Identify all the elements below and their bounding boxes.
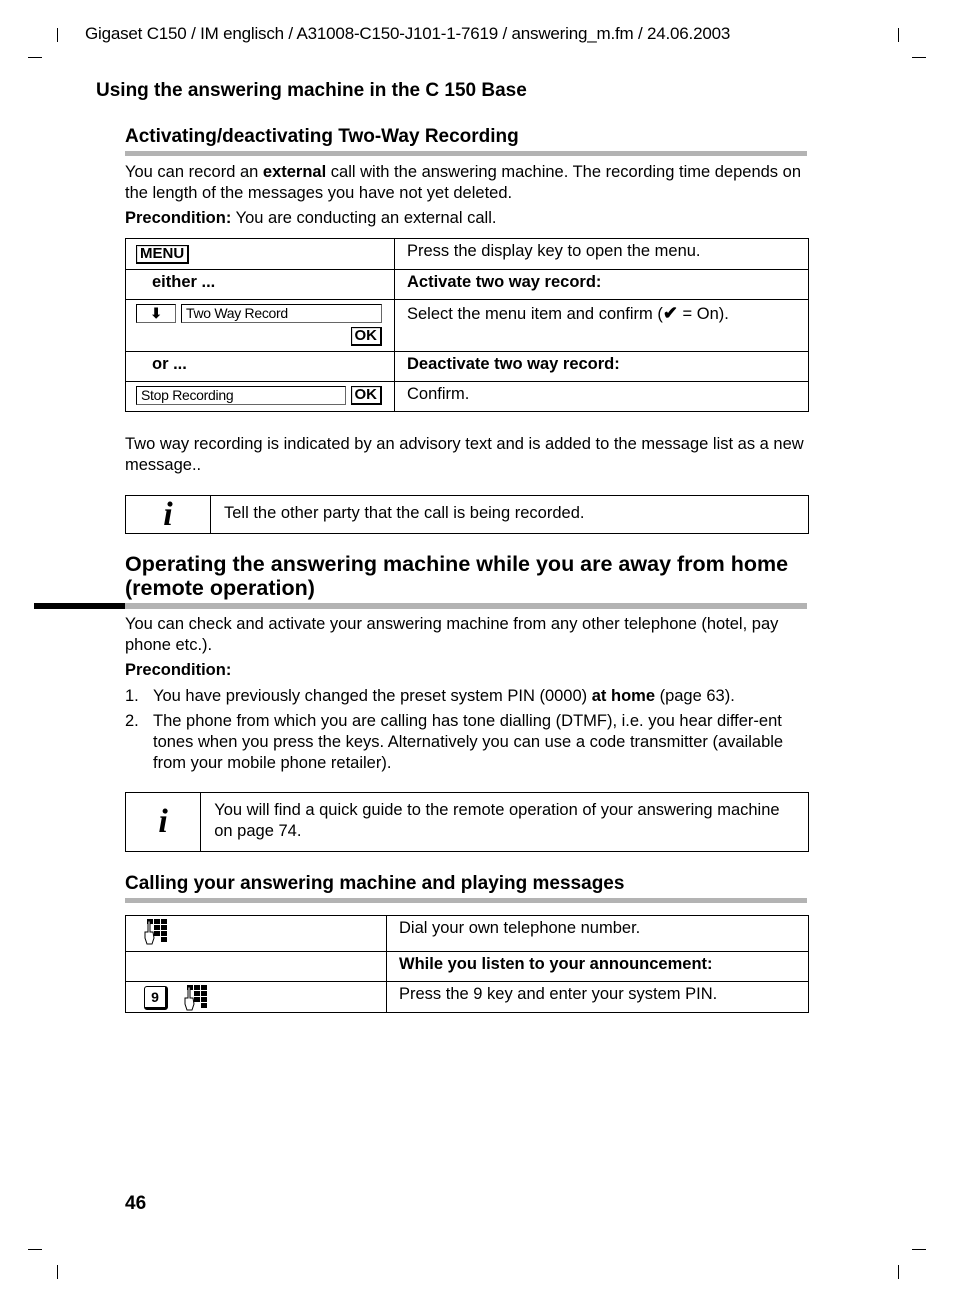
intro-paragraph: You can record an external call with the…: [125, 162, 805, 204]
step-key-cell: [125, 915, 387, 952]
list-number: 1.: [125, 687, 139, 705]
info-box: i You will find a quick guide to the rem…: [125, 792, 809, 852]
heading-underline: [125, 603, 807, 609]
info-text: You will find a quick guide to the remot…: [214, 801, 780, 840]
table-row: Dial your own telephone number.: [125, 915, 809, 952]
precondition-text: You are conducting an external call.: [231, 209, 497, 227]
info-box: i Tell the other party that the call is …: [125, 495, 809, 534]
document-info-header: Gigaset C150 / IM englisch / A31008-C150…: [85, 24, 731, 43]
precondition: Precondition: You are conducting an exte…: [125, 208, 496, 229]
heading-marker: [34, 603, 125, 609]
step-text: Confirm.: [394, 381, 809, 412]
section-heading-remote-operation: Operating the answering machine while yo…: [125, 552, 789, 600]
crop-mark: [912, 1249, 926, 1250]
table-row: MENU Press the display key to open the m…: [125, 238, 809, 270]
table-row: Stop Recording OK Confirm.: [125, 381, 809, 412]
step-key-cell: 9: [125, 981, 387, 1013]
step-key-cell: ⬇ Two Way Record OK: [125, 299, 395, 352]
arrow-down-icon[interactable]: ⬇: [136, 304, 176, 323]
info-icon: i: [126, 496, 211, 533]
table-row: While you listen to your announcement:: [125, 951, 809, 982]
info-icon: i: [126, 793, 202, 851]
crop-mark: [898, 28, 899, 42]
page-number: 46: [125, 1193, 147, 1214]
bold-text: at home: [591, 687, 655, 705]
step-key-cell: MENU: [125, 238, 395, 270]
calling-steps-table: Dial your own telephone number. While yo…: [125, 915, 809, 1013]
section-heading-two-way-recording: Activating/deactivating Two-Way Recordin…: [125, 126, 519, 147]
bold-text: external: [262, 163, 327, 181]
precondition-label: Precondition:: [125, 661, 232, 679]
crop-mark: [912, 57, 926, 58]
ok-key[interactable]: OK: [350, 386, 382, 405]
menu-key[interactable]: MENU: [136, 245, 190, 264]
either-label: either ...: [125, 269, 395, 300]
key-9[interactable]: 9: [144, 986, 168, 1010]
table-row: or ... Deactivate two way record:: [125, 351, 809, 382]
list-number: 2.: [125, 712, 139, 730]
checkmark-icon: ✔: [662, 303, 678, 323]
table-row: ⬇ Two Way Record OK Select the menu item…: [125, 299, 809, 352]
text: You can record an: [125, 163, 263, 181]
section-heading-calling: Calling your answering machine and playi…: [125, 873, 625, 894]
crop-mark: [898, 1265, 899, 1279]
two-way-steps-table: MENU Press the display key to open the m…: [125, 238, 809, 412]
crop-mark: [57, 1265, 58, 1279]
step-heading: While you listen to your announcement:: [386, 951, 809, 982]
heading-underline: [125, 898, 807, 903]
table-row: 9 Press the 9 key and enter your system …: [125, 981, 809, 1013]
info-text: Tell the other party that the call is be…: [224, 504, 585, 522]
empty-cell: [125, 951, 387, 982]
table-row: either ... Activate two way record:: [125, 269, 809, 300]
step-text: Dial your own telephone number.: [386, 915, 809, 952]
text: Select the menu item and confirm (: [407, 305, 663, 323]
crop-mark: [57, 28, 58, 42]
display-stop-recording[interactable]: Stop Recording: [136, 386, 346, 405]
step-key-cell: Stop Recording OK: [125, 381, 395, 412]
crop-mark: [28, 57, 42, 58]
list-item: 2. The phone from which you are calling h…: [125, 711, 809, 774]
ok-key[interactable]: OK: [350, 327, 382, 346]
crop-mark: [28, 1249, 42, 1250]
note-paragraph: Two way recording is indicated by an adv…: [125, 435, 804, 474]
keypad-icon: [144, 919, 167, 945]
step-text: Press the 9 key and enter your system PI…: [386, 981, 809, 1013]
activate-heading: Activate two way record:: [394, 269, 809, 300]
text: The phone from which you are calling has…: [153, 712, 784, 772]
intro-paragraph: You can check and activate your answerin…: [125, 615, 779, 654]
heading-underline: [125, 151, 807, 156]
precondition-list: 1. You have previously changed the preset…: [125, 686, 809, 778]
text: (page 63).: [655, 687, 735, 705]
deactivate-heading: Deactivate two way record:: [394, 351, 809, 382]
or-label: or ...: [125, 351, 395, 382]
display-two-way-record[interactable]: Two Way Record: [181, 304, 382, 323]
text: You have previously changed the preset s…: [153, 687, 592, 705]
keypad-icon: [184, 985, 207, 1011]
precondition-label: Precondition:: [125, 209, 232, 227]
running-title: Using the answering machine in the C 150…: [96, 80, 527, 101]
text: = On).: [677, 305, 729, 323]
step-text: Press the display key to open the menu.: [394, 238, 809, 270]
step-text: Select the menu item and confirm (✔ = On…: [394, 299, 809, 352]
list-item: 1. You have previously changed the preset…: [125, 686, 809, 707]
